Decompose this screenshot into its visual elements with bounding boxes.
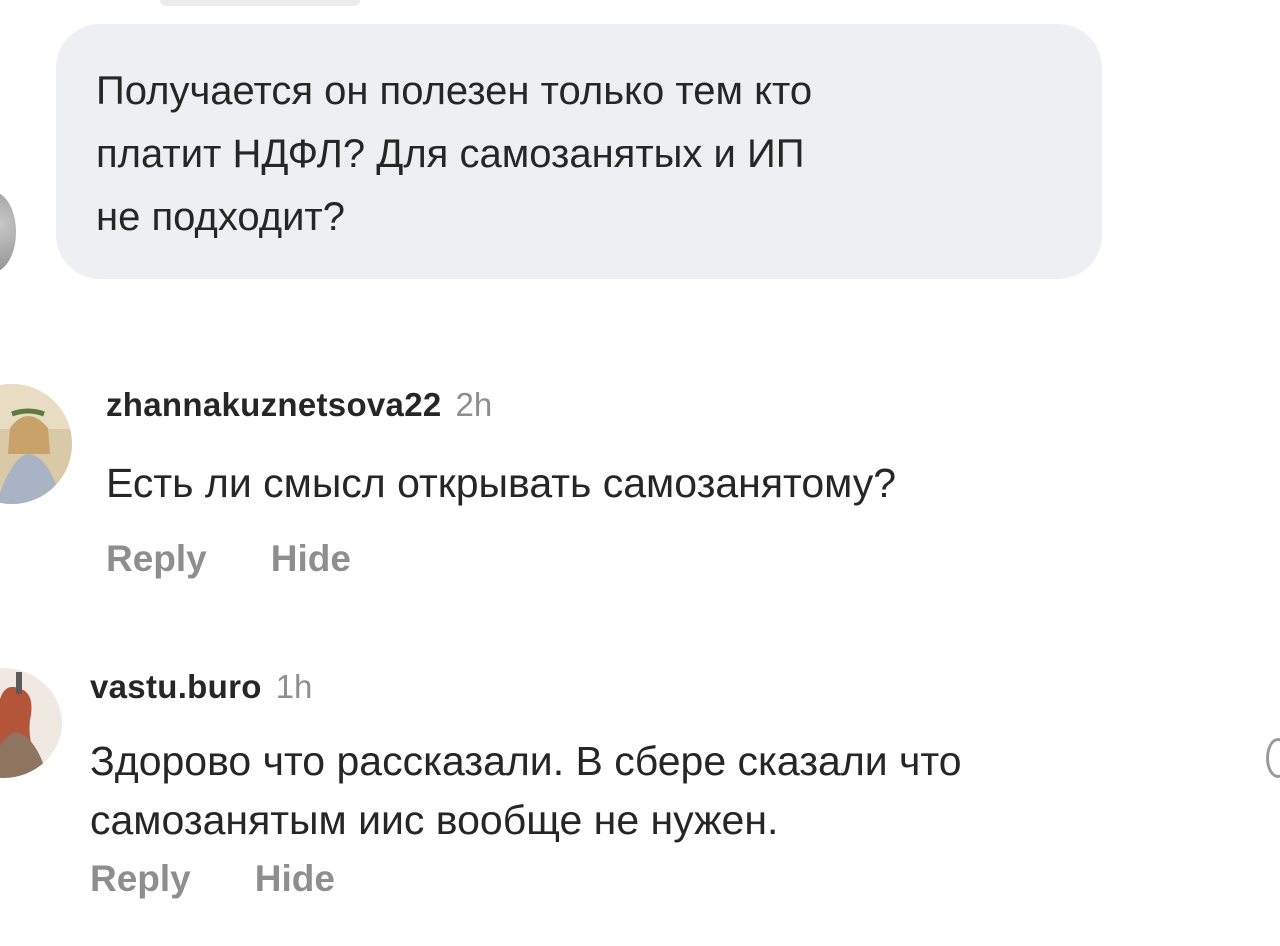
comment-text: Есть ли смысл открывать самозанятому? bbox=[106, 460, 897, 506]
timestamp: 2h bbox=[455, 386, 493, 423]
parent-avatar[interactable] bbox=[0, 192, 16, 272]
comment-header: vastu.buro 1h bbox=[90, 668, 312, 706]
hide-button[interactable]: Hide bbox=[255, 858, 335, 900]
username[interactable]: vastu.buro bbox=[90, 668, 262, 706]
like-heart-icon[interactable] bbox=[1266, 738, 1280, 778]
comment-header: zhannakuznetsova22 2h bbox=[106, 386, 492, 424]
parent-comment-bubble: Получается он полезен только тем кто пла… bbox=[56, 24, 1102, 279]
previous-item-edge bbox=[160, 0, 360, 6]
timestamp: 1h bbox=[275, 668, 313, 705]
username[interactable]: zhannakuznetsova22 bbox=[106, 386, 442, 424]
parent-comment-text: Получается он полезен только тем кто пла… bbox=[96, 69, 813, 239]
comment-text: Здорово что рассказали. В сбере сказали … bbox=[90, 738, 962, 843]
reply-button[interactable]: Reply bbox=[106, 538, 207, 580]
reply-button[interactable]: Reply bbox=[90, 858, 191, 900]
hide-button[interactable]: Hide bbox=[271, 538, 351, 580]
avatar[interactable] bbox=[0, 668, 62, 778]
comment-actions: Reply Hide bbox=[106, 538, 351, 580]
comment-actions: Reply Hide bbox=[90, 858, 335, 900]
avatar[interactable] bbox=[0, 384, 72, 504]
